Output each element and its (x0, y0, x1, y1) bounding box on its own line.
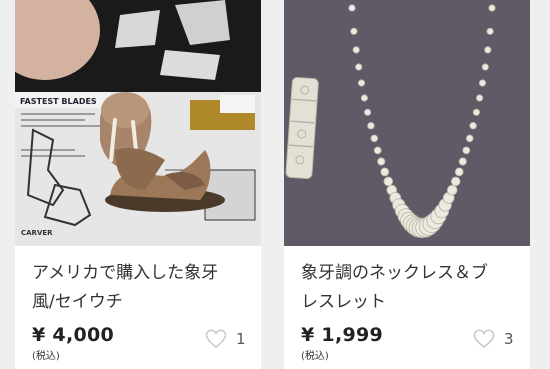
necklace-bead (462, 146, 471, 155)
heart-icon (473, 329, 495, 349)
like-button[interactable]: 1 (205, 328, 246, 350)
tax-included-label: (税込) (301, 351, 329, 362)
necklace-bead (367, 121, 375, 130)
product-title-line-1: 象牙調のネックレス＆ブ (301, 263, 488, 283)
like-button[interactable]: 3 (473, 328, 514, 350)
like-count: 3 (504, 330, 514, 348)
tax-included-label: (税込) (32, 351, 60, 362)
product-title-line-2: 風/セイウチ (32, 292, 123, 312)
necklace-bead (458, 157, 467, 166)
necklace-bead (355, 63, 363, 71)
necklace-bead (454, 167, 464, 177)
product-price: ¥ 1,999 (301, 324, 384, 346)
necklace-bead (481, 63, 489, 71)
product-card-necklace[interactable]: 象牙調のネックレス＆ブ レスレット ¥ 1,999 (税込) 3 (284, 0, 530, 369)
necklace-bead (370, 134, 379, 143)
necklace-bead (352, 46, 360, 54)
heart-icon (205, 329, 227, 349)
necklace-bead (350, 27, 358, 35)
necklace-bead (486, 27, 494, 35)
necklace-bead (360, 94, 369, 102)
product-card-walrus[interactable]: FASTEST BLADES CARVER アメリカで購入した象牙 風/セイウチ… (15, 0, 261, 369)
necklace-bead (484, 46, 492, 54)
necklace-bead (377, 157, 386, 166)
product-title[interactable]: 象牙調のネックレス＆ブ レスレット (301, 259, 519, 317)
necklace-bead (465, 134, 474, 143)
necklace-bead (472, 108, 480, 116)
like-count: 1 (236, 330, 246, 348)
necklace-bead (446, 184, 458, 196)
necklace-bead (476, 94, 484, 102)
necklace-bead (488, 4, 496, 12)
necklace-bead (450, 176, 461, 187)
necklace-bead (348, 4, 356, 12)
necklace-bead (383, 176, 394, 187)
necklace-bead (380, 167, 390, 177)
necklace-bead (357, 79, 366, 87)
necklace-bead (373, 146, 382, 155)
necklace-bead (364, 108, 372, 116)
product-photo-walrus-figurine[interactable]: FASTEST BLADES CARVER (15, 0, 261, 246)
photo-newspaper-headline: FASTEST BLADES (20, 97, 97, 106)
product-price: ¥ 4,000 (32, 324, 115, 346)
product-title[interactable]: アメリカで購入した象牙 風/セイウチ (32, 259, 250, 317)
photo-newspaper-caption: CARVER (21, 229, 53, 237)
product-photo-ivory-necklace[interactable] (284, 0, 530, 246)
necklace-bead (478, 79, 487, 87)
product-title-line-1: アメリカで購入した象牙 (32, 263, 219, 283)
product-title-line-2: レスレット (301, 292, 386, 312)
necklace-bead (469, 121, 477, 130)
